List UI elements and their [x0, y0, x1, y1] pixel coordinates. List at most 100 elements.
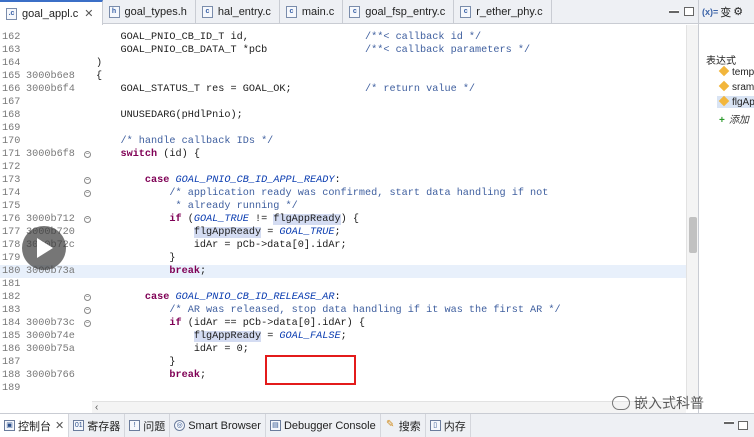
code-text: /* application ready was confirmed, star…: [96, 188, 549, 199]
line-number: 178: [2, 240, 21, 251]
code-line[interactable]: 181: [0, 278, 686, 291]
expression-item[interactable]: sram: [718, 80, 754, 93]
code-editor[interactable]: 162 GOAL_PNIO_CB_ID_T id, /**< callback …: [0, 25, 698, 413]
play-overlay-icon[interactable]: [22, 226, 66, 270]
line-number: 171: [2, 149, 21, 160]
tab-label: Smart Browser: [188, 419, 261, 432]
tab-goal-types-h[interactable]: h goal_types.h: [103, 0, 196, 24]
line-number: 177: [2, 227, 21, 238]
close-icon[interactable]: ✕: [55, 419, 64, 432]
tab-problems[interactable]: ! 问题: [125, 413, 171, 437]
tab-hal-entry-c[interactable]: c hal_entry.c: [196, 0, 280, 24]
code-text: case GOAL_PNIO_CB_ID_APPL_READY:: [144, 175, 341, 186]
code-line[interactable]: 185 3000b74e flgAppReady = GOAL_FALSE;: [0, 330, 686, 343]
code-text: break;: [169, 266, 207, 277]
scrollbar-thumb[interactable]: [689, 217, 697, 253]
code-line[interactable]: 173 – case GOAL_PNIO_CB_ID_APPL_READY:: [0, 174, 686, 187]
code-line[interactable]: 184 3000b73c – if (idAr == pCb->data[0].id…: [0, 317, 686, 330]
code-line[interactable]: 169: [0, 122, 686, 135]
tab-r-ether-phy-c[interactable]: c r_ether_phy.c: [454, 0, 552, 24]
tab-goal-appl-c[interactable]: .c goal_appl.c ✕: [0, 0, 103, 25]
fold-toggle-icon[interactable]: –: [84, 320, 91, 327]
code-line[interactable]: 168 UNUSEDARG(pHdlPnio);: [0, 109, 686, 122]
code-text: switch (id) {: [120, 149, 200, 160]
tab-label: Debugger Console: [283, 419, 376, 432]
add-expression-item[interactable]: + 添加: [719, 111, 749, 126]
expression-item-selected[interactable]: flgAp: [717, 95, 754, 108]
code-line[interactable]: 1783000b72c idAr = pCb->data[0].idAr;: [0, 239, 686, 252]
code-text: * already running */: [96, 201, 298, 212]
watermark: 嵌入式科普: [612, 393, 704, 413]
tab-label: 搜索: [398, 420, 421, 433]
line-number: 172: [2, 162, 21, 173]
line-address: 3000b74e: [26, 331, 75, 342]
code-line[interactable]: 175 * already running */: [0, 200, 686, 213]
tab-smart-browser[interactable]: ◎ Smart Browser: [170, 413, 266, 437]
line-number: 179: [2, 253, 21, 264]
line-number: 184: [2, 318, 21, 329]
tab-goal-fsp-entry-c[interactable]: c goal_fsp_entry.c: [343, 0, 455, 24]
code-line[interactable]: 166 3000b6f4 GOAL_STATUS_T res = GOAL_OK;…: [0, 83, 686, 96]
code-line[interactable]: 163 GOAL_PNIO_CB_DATA_T *pCb /**< callba…: [0, 44, 686, 57]
right-panel-tabs: (x)= 变 ⚙: [699, 0, 754, 24]
line-number: 180: [2, 266, 21, 277]
wechat-icon: [612, 396, 630, 410]
scroll-left-icon[interactable]: ‹: [95, 402, 98, 413]
horizontal-scrollbar[interactable]: ‹: [92, 401, 686, 413]
tab-label: r_ether_phy.c: [476, 6, 543, 18]
code-line[interactable]: 171 3000b6f8 – switch (id) {: [0, 148, 686, 161]
tab-registers[interactable]: 01 寄存器: [69, 413, 126, 437]
fold-toggle-icon[interactable]: –: [84, 177, 91, 184]
maximize-icon[interactable]: [738, 421, 748, 430]
code-line[interactable]: 170 /* handle callback IDs */: [0, 135, 686, 148]
c-file-icon: c: [460, 6, 472, 18]
tab-variables[interactable]: 变: [720, 4, 731, 20]
code-line[interactable]: 165 3000b6e8 {: [0, 70, 686, 83]
fold-toggle-icon[interactable]: –: [84, 307, 91, 314]
close-icon[interactable]: ✕: [84, 7, 93, 20]
line-number: 187: [2, 357, 21, 368]
minimize-icon[interactable]: [724, 421, 734, 424]
bottom-view-tabs: ▣ 控制台 ✕ 01 寄存器 ! 问题 ◎ Smart Browser ▤ De…: [0, 413, 754, 437]
tab-search[interactable]: ✎ 搜索: [381, 413, 426, 437]
expression-item[interactable]: temp: [718, 65, 754, 78]
code-line[interactable]: 183 – /* AR was released, stop data handl…: [0, 304, 686, 317]
fold-toggle-icon[interactable]: –: [84, 151, 91, 158]
code-line[interactable]: 1773000b720 flgAppReady = GOAL_TRUE;: [0, 226, 686, 239]
fold-toggle-icon[interactable]: –: [84, 294, 91, 301]
code-text: }: [96, 357, 176, 368]
fold-toggle-icon[interactable]: –: [84, 190, 91, 197]
debugger-console-icon: ▤: [269, 420, 281, 431]
tab-debugger-console[interactable]: ▤ Debugger Console: [266, 413, 381, 437]
search-icon: ✎: [386, 419, 395, 430]
expressions-panel: (x)= 变 ⚙ 表达式 temp sram flgAp + 添加: [698, 0, 754, 413]
vertical-scrollbar[interactable]: [686, 25, 698, 401]
fold-toggle-icon[interactable]: –: [84, 216, 91, 223]
breakpoints-icon[interactable]: ⚙: [733, 5, 743, 18]
code-line[interactable]: 174 – /* application ready was confirmed,…: [0, 187, 686, 200]
tab-memory[interactable]: ▯ 内存: [426, 413, 471, 437]
code-line[interactable]: 172: [0, 161, 686, 174]
code-text: {: [96, 71, 103, 82]
code-line[interactable]: 176 3000b712 – if (GOAL_TRUE != flgAppRead…: [0, 213, 686, 226]
code-text: idAr = pCb->data[0].idAr;: [96, 240, 347, 251]
maximize-icon[interactable]: [684, 7, 694, 16]
code-line[interactable]: 162 GOAL_PNIO_CB_ID_T id, /**< callback …: [0, 31, 686, 44]
code-text: ): [96, 58, 103, 69]
tab-console[interactable]: ▣ 控制台 ✕: [0, 413, 70, 437]
tab-main-c[interactable]: c main.c: [280, 0, 344, 24]
line-number: 186: [2, 344, 21, 355]
code-line[interactable]: 182 – case GOAL_PNIO_CB_ID_RELEASE_AR:: [0, 291, 686, 304]
code-line[interactable]: 180 3000b73a break;: [0, 265, 686, 278]
code-line[interactable]: 167: [0, 96, 686, 109]
variables-icon[interactable]: (x)=: [702, 7, 718, 17]
line-address: 3000b766: [26, 370, 75, 381]
line-number: 165: [2, 71, 21, 82]
line-number: 183: [2, 305, 21, 316]
code-line[interactable]: 164): [0, 57, 686, 70]
c-file-icon: c: [349, 6, 361, 18]
code-text: GOAL_STATUS_T res = GOAL_OK; /* return v…: [96, 84, 476, 95]
code-line[interactable]: 179 }: [0, 252, 686, 265]
console-icon: ▣: [4, 420, 15, 431]
minimize-icon[interactable]: [669, 10, 679, 13]
